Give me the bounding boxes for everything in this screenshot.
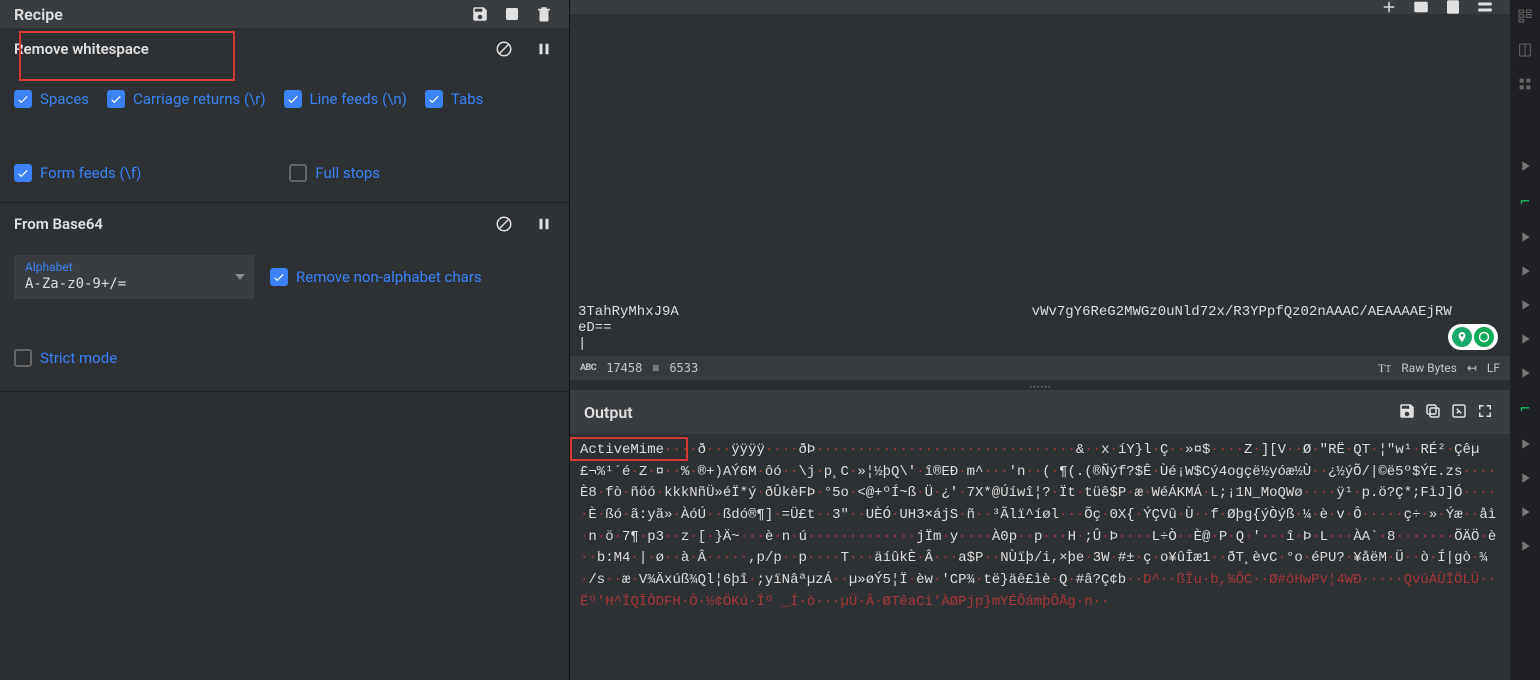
save-recipe-icon[interactable] [469, 3, 491, 25]
grammarly-icon[interactable] [1474, 327, 1494, 347]
check-label: Carriage returns (\r) [133, 90, 266, 108]
hierarchy-icon[interactable] [1517, 8, 1533, 24]
book-icon[interactable] [1517, 42, 1533, 58]
recipe-panel: Recipe Remove whitespace Spac [0, 0, 570, 680]
checkbox-icon [14, 90, 32, 108]
pause-op-icon[interactable] [533, 38, 555, 60]
recipe-header: Recipe [0, 0, 569, 28]
clear-recipe-icon[interactable] [501, 3, 523, 25]
check-tabs[interactable]: Tabs [425, 90, 483, 108]
play-icon[interactable] [1517, 470, 1533, 486]
disable-op-icon[interactable] [493, 38, 515, 60]
check-label: Spaces [40, 90, 89, 108]
checkbox-icon [107, 90, 125, 108]
output-header: Output [570, 390, 1510, 434]
check-label: Tabs [451, 90, 483, 108]
output-prefix: ActiveMime [580, 442, 664, 458]
play-icon[interactable] [1517, 331, 1533, 347]
clear-input-icon[interactable] [1474, 0, 1496, 14]
check-label: Form feeds (\f) [40, 164, 141, 182]
open-folder-icon[interactable] [1410, 0, 1432, 14]
maximize-icon[interactable] [1474, 400, 1496, 422]
recipe-title: Recipe [14, 5, 63, 24]
grid-icon[interactable] [1517, 76, 1533, 92]
copy-output-icon[interactable] [1422, 400, 1444, 422]
extension-badges [1448, 324, 1498, 350]
check-cr[interactable]: Carriage returns (\r) [107, 90, 266, 108]
checkbox-icon [270, 268, 288, 286]
select-value: A-Za-z0-9+/= [25, 276, 219, 292]
line-count: 6533 [669, 361, 698, 375]
play-icon[interactable] [1517, 229, 1533, 245]
checkbox-icon [14, 164, 32, 182]
input-textarea[interactable]: 3TahRyMhxJ9A vWv7gY6ReG2MWGz0uNld72x/R3Y… [570, 14, 1510, 356]
output-title: Output [584, 403, 633, 422]
check-label: Full stops [315, 164, 380, 182]
bracket-1-icon[interactable]: ⌐ [1520, 192, 1530, 211]
output-textarea[interactable]: ActiveMime····ð···ÿÿÿÿ····ðÞ············… [570, 434, 1510, 680]
checkbox-icon [14, 349, 32, 367]
replace-input-icon[interactable] [1448, 400, 1470, 422]
eol-label[interactable]: LF [1487, 361, 1500, 375]
check-label: Line feeds (\n) [310, 90, 407, 108]
chevron-down-icon [235, 274, 245, 280]
alphabet-select[interactable]: Alphabet A-Za-z0-9+/= [14, 255, 254, 299]
output-text: ····ð···ÿÿÿÿ····ðÞ······················… [580, 442, 1496, 610]
play-icon[interactable] [1517, 365, 1533, 381]
check-strict[interactable]: Strict mode [14, 349, 117, 367]
check-spaces[interactable]: Spaces [14, 90, 89, 108]
play-icon[interactable] [1517, 538, 1533, 554]
char-count: 17458 [606, 361, 642, 375]
check-lf[interactable]: Line feeds (\n) [284, 90, 407, 108]
save-output-icon[interactable] [1396, 400, 1418, 422]
play-icon[interactable] [1517, 297, 1533, 313]
operation-from-base64: From Base64 Alphabet A-Za-z0-9+/= Remove… [0, 203, 569, 392]
annotation-box [19, 31, 235, 81]
check-remove-nonalpha[interactable]: Remove non-alphabet chars [270, 268, 482, 286]
play-icon[interactable] [1517, 263, 1533, 279]
add-input-icon[interactable] [1378, 0, 1400, 14]
select-label: Alphabet [25, 260, 219, 274]
bracket-2-icon[interactable]: ⌐ [1520, 399, 1530, 418]
play-icon[interactable] [1517, 504, 1533, 520]
open-file-icon[interactable] [1442, 0, 1464, 14]
input-text: 3TahRyMhxJ9A vWv7gY6ReG2MWGz0uNld72x/R3Y… [578, 304, 1502, 352]
check-ff[interactable]: Form feeds (\f) [14, 164, 141, 182]
input-statusbar: ABC 17458 ≡ 6533 TT Raw Bytes ↤ LF [570, 356, 1510, 380]
play-icon[interactable] [1517, 436, 1533, 452]
abc-icon: ABC [580, 363, 596, 373]
right-sidebar: ⌐ ⌐ [1510, 0, 1540, 680]
lines-icon: ≡ [652, 361, 659, 375]
check-fullstops[interactable]: Full stops [289, 164, 380, 182]
eol-icon: ↤ [1467, 361, 1477, 375]
tt-icon[interactable]: TT [1378, 361, 1391, 376]
encoding-label[interactable]: Raw Bytes [1401, 361, 1457, 375]
checkbox-icon [284, 90, 302, 108]
splitter[interactable]: ⋯⋯ [570, 380, 1510, 390]
checkbox-icon [289, 164, 307, 182]
location-icon[interactable] [1452, 327, 1472, 347]
delete-icon[interactable] [533, 3, 555, 25]
op-title: From Base64 [14, 215, 103, 233]
input-panel: Input 3TahRyMhxJ9A vWv7gY6ReG2MWGz0uNld7… [570, 0, 1510, 380]
play-icon[interactable] [1517, 158, 1533, 174]
pause-op-icon[interactable] [533, 213, 555, 235]
check-label: Strict mode [40, 349, 117, 367]
check-label: Remove non-alphabet chars [296, 268, 482, 286]
disable-op-icon[interactable] [493, 213, 515, 235]
checkbox-icon [425, 90, 443, 108]
